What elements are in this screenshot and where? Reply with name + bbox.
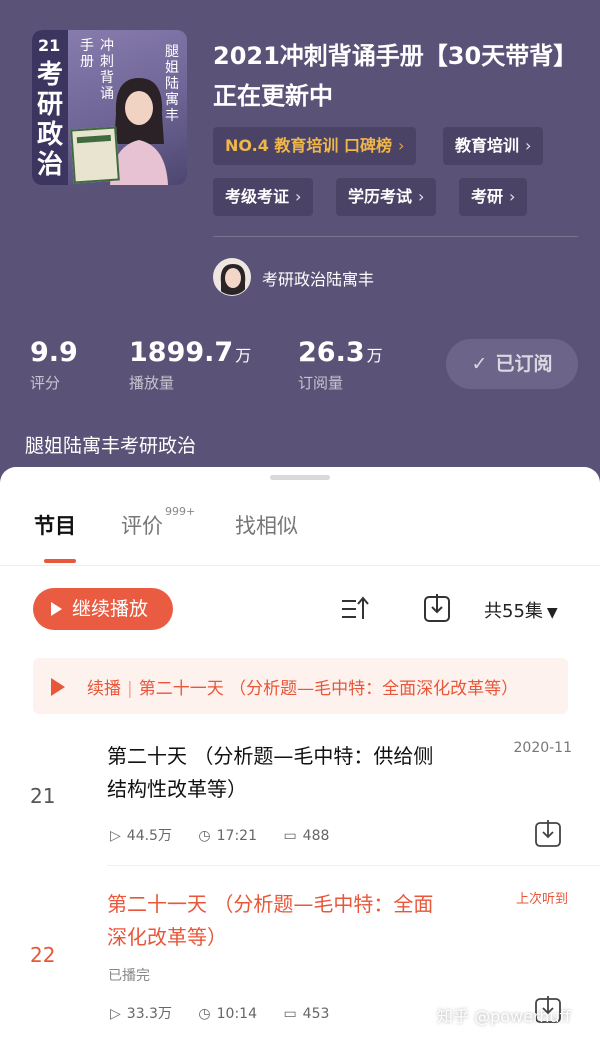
play-icon (51, 602, 62, 616)
episode-divider (107, 865, 600, 866)
download-icon[interactable] (423, 593, 451, 623)
tag-rank[interactable]: NO.4 教育培训 口碑榜 › (213, 127, 417, 165)
tab-episodes[interactable]: 节目 (34, 510, 76, 540)
chevron-right-icon: › (509, 187, 516, 206)
tag-kaoyan[interactable]: 考研 › (459, 178, 528, 216)
episode-title: 第二十一天 （分析题—毛中特：全面深化改革等） (107, 892, 434, 949)
album-description: 腿姐陆寓丰考研政治 (25, 435, 197, 457)
stat-subscriptions: 26.3 万 订阅量 (298, 337, 383, 392)
cover-year: 21 (38, 36, 61, 55)
clock-icon: ◷ (198, 828, 211, 844)
play-icon (51, 678, 65, 696)
cover-book-image (70, 126, 120, 184)
play-outline-icon: ▷ (110, 1006, 121, 1022)
album-title: 2021冲刺背诵手册【30天带背】正在更新中 (213, 42, 578, 110)
continue-play-button[interactable]: 继续播放 (33, 588, 173, 630)
sheet-drag-handle[interactable] (270, 475, 330, 480)
header-divider (213, 236, 578, 237)
chevron-right-icon: › (525, 136, 532, 155)
episode-meta: ▷ 33.3万 ◷ 10:14 ▭ 453 (110, 1006, 330, 1022)
chevron-right-icon: › (295, 187, 302, 206)
episode-sheet: 节目 评价999+ 找相似 继续播放 共55集 ▼ 续播 | 第二十一天 （分析题—毛… (0, 467, 600, 1042)
review-count-badge: 999+ (165, 505, 196, 518)
album-cover[interactable]: 21 考研政治 手册 冲刺背诵 腿姐陆寓丰 (32, 30, 187, 185)
comment-icon: ▭ (283, 828, 297, 844)
tab-reviews[interactable]: 评价999+ (121, 505, 195, 540)
tag-education[interactable]: 教育培训 › (443, 127, 544, 165)
comment-icon: ▭ (283, 1006, 297, 1022)
avatar-image (214, 259, 250, 295)
stat-rating: 9.9 评分 (30, 337, 78, 392)
chevron-down-icon: ▼ (546, 605, 558, 621)
episode-count-selector[interactable]: 共55集 ▼ (484, 597, 558, 623)
active-tab-indicator (44, 559, 76, 563)
episode-number: 22 (30, 943, 56, 967)
author-name[interactable]: 考研政治陆寓丰 (262, 266, 374, 290)
tab-similar[interactable]: 找相似 (235, 510, 298, 540)
check-icon: ✓ (471, 353, 488, 375)
download-icon[interactable] (535, 819, 561, 847)
play-outline-icon: ▷ (110, 828, 121, 844)
chevron-right-icon: › (398, 136, 405, 155)
episode-meta: ▷ 44.5万 ◷ 17:21 ▭ 488 (110, 828, 330, 844)
tag-degree-exam[interactable]: 学历考试 › (336, 178, 437, 216)
episode-number: 21 (30, 784, 56, 808)
resume-play-bar[interactable]: 续播 | 第二十一天 （分析题—毛中特：全面深化改革等） (33, 658, 568, 714)
tag-exam-cert[interactable]: 考级考证 › (213, 178, 314, 216)
chevron-right-icon: › (418, 187, 425, 206)
played-status: 已播完 (108, 968, 150, 984)
episode-date: 2020-11 (513, 740, 573, 756)
author-avatar[interactable] (213, 258, 251, 296)
sort-icon[interactable] (340, 594, 370, 624)
album-header: 21 考研政治 手册 冲刺背诵 腿姐陆寓丰 2021冲刺背诵手册【30天带背】正… (0, 0, 600, 480)
cover-title: 考研政治 (36, 60, 63, 180)
cover-subtitle-1: 手册 (80, 38, 94, 70)
tabs-divider (0, 565, 600, 566)
watermark: 知乎 @powerhuff (437, 1007, 571, 1026)
episode-title: 第二十天 （分析题—毛中特：供给侧结构性改革等） (107, 744, 434, 801)
subscribed-button[interactable]: ✓ 已订阅 (446, 339, 578, 389)
clock-icon: ◷ (198, 1006, 211, 1022)
last-heard-badge: 上次听到 (515, 892, 568, 907)
stat-plays: 1899.7 万 播放量 (129, 337, 252, 392)
resume-text: 续播 | 第二十一天 （分析题—毛中特：全面深化改革等） (87, 679, 519, 699)
